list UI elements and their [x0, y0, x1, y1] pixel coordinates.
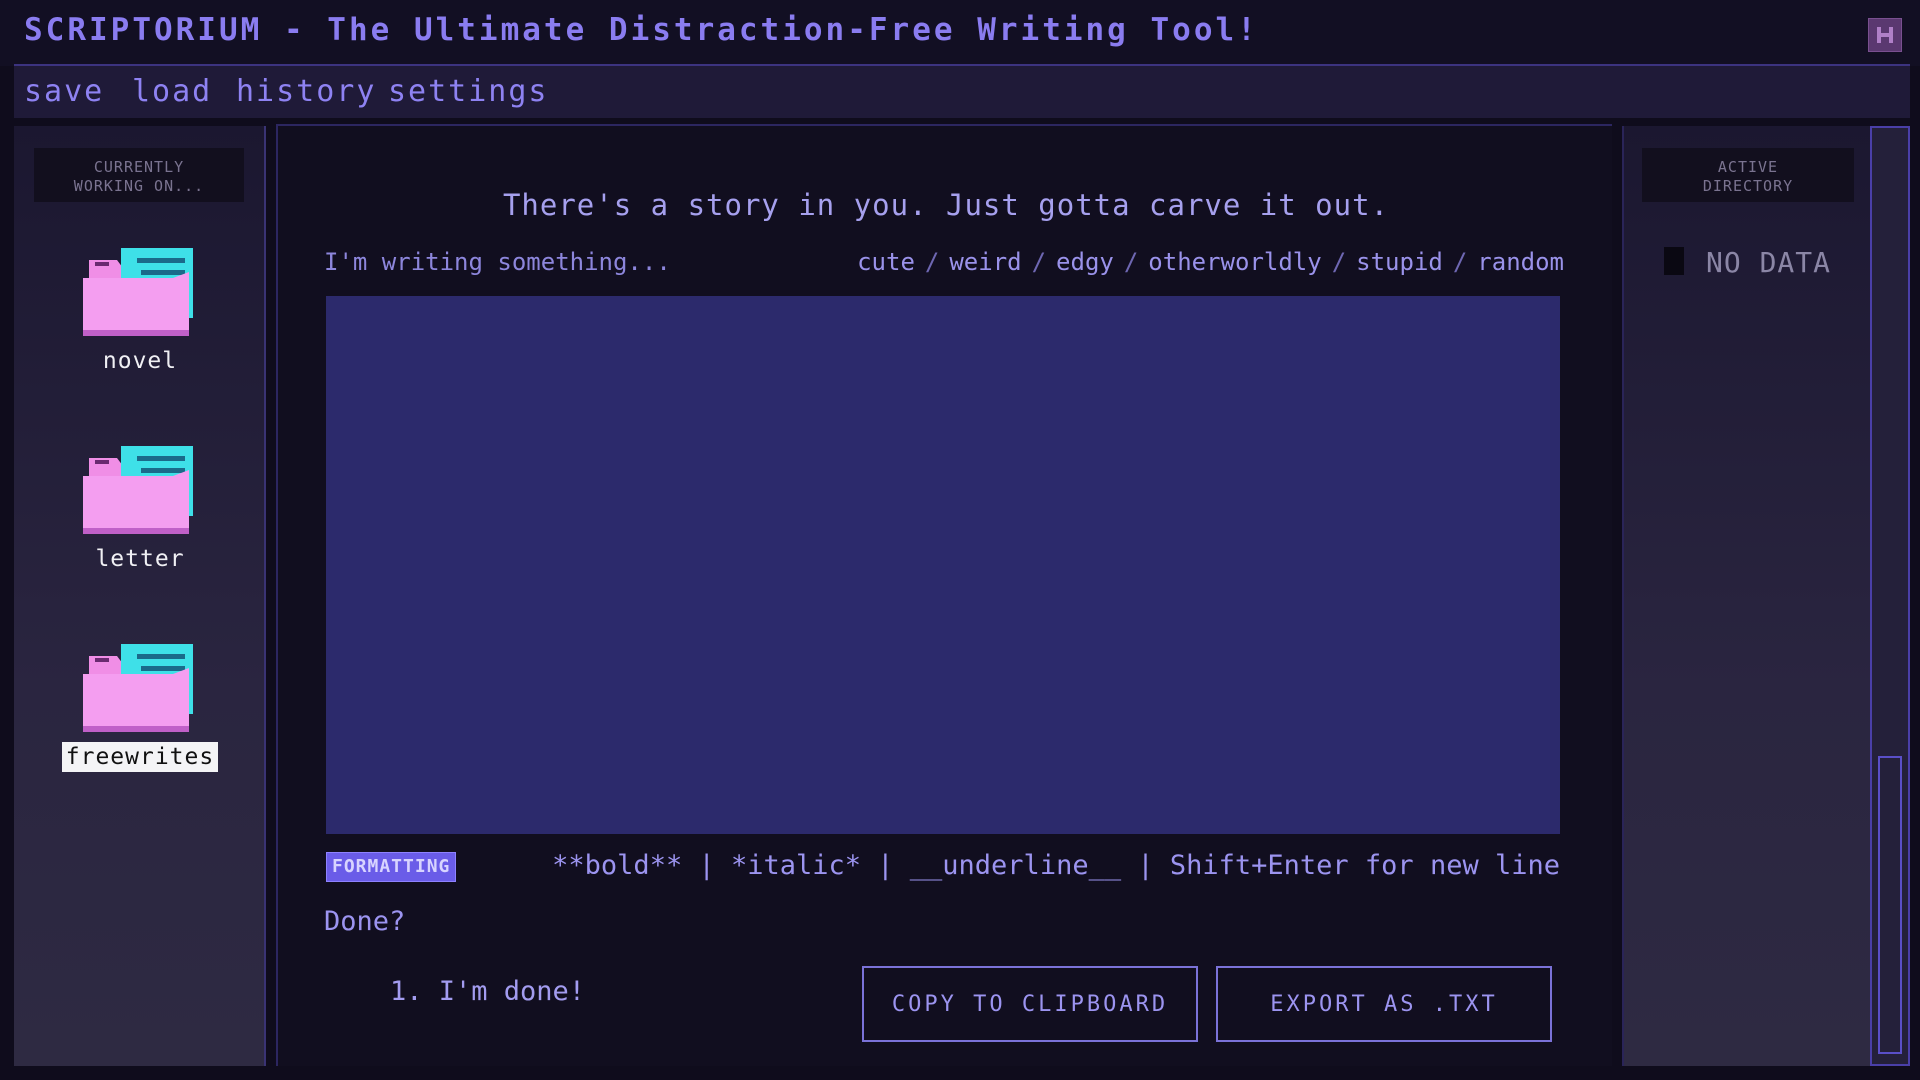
menu-settings[interactable]: settings [388, 74, 549, 109]
genre-edgy[interactable]: edgy [1056, 248, 1114, 276]
menu-save[interactable]: save [24, 74, 104, 109]
copy-to-clipboard-button[interactable]: COPY TO CLIPBOARD [862, 966, 1198, 1042]
close-button[interactable] [1868, 18, 1902, 52]
active-directory-header: ACTIVE DIRECTORY [1642, 148, 1854, 202]
menu-load[interactable]: load [132, 74, 212, 109]
no-data-label: NO DATA [1706, 246, 1832, 279]
formatting-badge: FORMATTING [326, 852, 457, 882]
menu-bar: save load history settings [14, 64, 1910, 118]
genre-selector: cute / weird / edgy / otherworldly / stupid / rand… [857, 248, 1564, 276]
folder-label-novel: novel [102, 348, 178, 374]
genre-separator: / [924, 248, 940, 276]
window-title: SCRIPTORIUM - The Ultimate Distraction-F… [24, 12, 1259, 48]
empty-square-icon [1664, 247, 1684, 275]
menu-history[interactable]: history [236, 74, 376, 109]
folder-label-freewrites: freewrites [61, 742, 219, 772]
directory-status: NO DATA [1664, 246, 1831, 279]
folder-label-letter: letter [95, 546, 185, 572]
writing-panel: There's a story in you. Just gotta carve… [276, 124, 1612, 1066]
folder-icon [83, 644, 193, 732]
genre-separator: / [1452, 248, 1468, 276]
genre-cute[interactable]: cute [857, 248, 915, 276]
genre-weird[interactable]: weird [949, 248, 1021, 276]
done-option[interactable]: 1. I'm done! [390, 976, 585, 1007]
folder-novel[interactable]: novel [30, 242, 250, 376]
folder-letter[interactable]: letter [30, 440, 250, 574]
scriptorium-app: SCRIPTORIUM - The Ultimate Distraction-F… [0, 0, 1920, 1080]
project-sidebar: CURRENTLY WORKING ON... novel letter fre… [14, 126, 266, 1066]
genre-otherworldly[interactable]: otherworldly [1148, 248, 1321, 276]
close-x-icon [1877, 27, 1893, 43]
writing-textarea[interactable] [326, 296, 1560, 834]
currently-working-header: CURRENTLY WORKING ON... [34, 148, 244, 202]
folder-freewrites[interactable]: freewrites [30, 638, 250, 772]
title-bar: SCRIPTORIUM - The Ultimate Distraction-F… [0, 0, 1920, 66]
done-prompt: Done? [324, 906, 406, 937]
writing-label: I'm writing something... [324, 248, 671, 276]
genre-random[interactable]: random [1477, 248, 1564, 276]
folder-icon [83, 248, 193, 336]
tagline: There's a story in you. Just gotta carve… [502, 188, 1390, 222]
directory-panel: ACTIVE DIRECTORY NO DATA [1622, 126, 1870, 1066]
genre-separator: / [1331, 248, 1347, 276]
folder-icon [83, 446, 193, 534]
scrollbar-thumb[interactable] [1878, 756, 1902, 1054]
export-txt-button[interactable]: EXPORT AS .TXT [1216, 966, 1552, 1042]
genre-separator: / [1123, 248, 1139, 276]
formatting-hint: **bold** | *italic* | __underline__ | Sh… [552, 850, 1560, 881]
genre-separator: / [1031, 248, 1047, 276]
genre-stupid[interactable]: stupid [1356, 248, 1443, 276]
scrollbar-track[interactable] [1870, 126, 1910, 1066]
